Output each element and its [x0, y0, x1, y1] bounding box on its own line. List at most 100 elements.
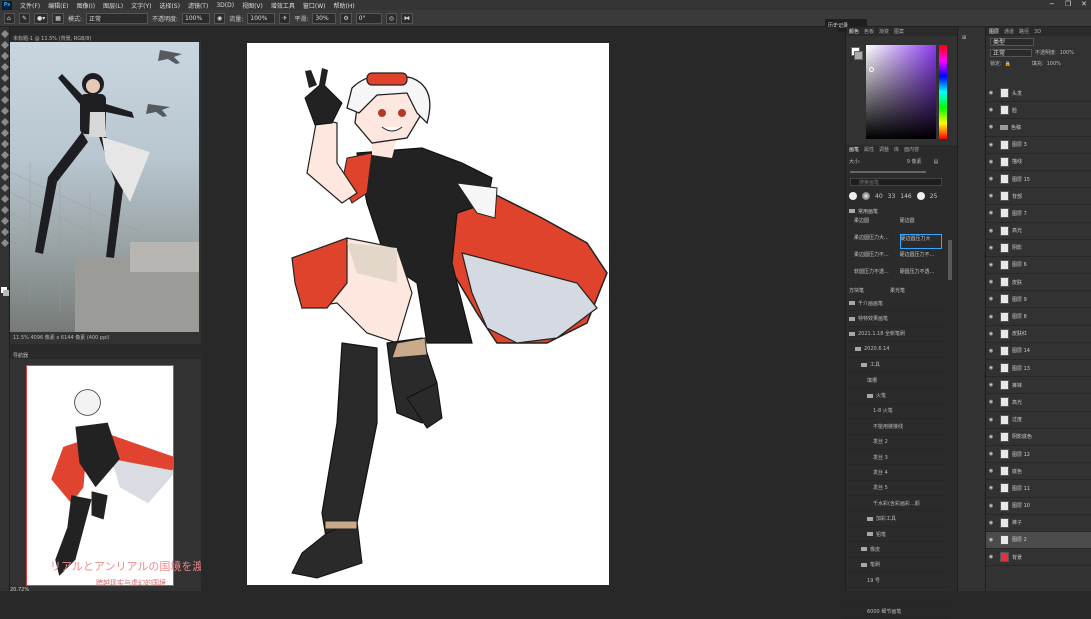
- brush-item[interactable]: 发丝 5: [846, 481, 946, 497]
- eraser-tool-icon[interactable]: [1, 140, 9, 148]
- visibility-eye-icon[interactable]: ◉: [986, 245, 996, 251]
- eyedropper-tool-icon[interactable]: [1, 85, 9, 93]
- background-swatch[interactable]: [854, 51, 863, 60]
- blend-mode-select[interactable]: 正常: [990, 48, 1032, 57]
- symmetry-icon[interactable]: ⧓: [401, 12, 413, 24]
- layer-row[interactable]: ◉ 图层 9: [986, 291, 1091, 309]
- preset-round-icon[interactable]: [916, 192, 925, 200]
- brush-item[interactable]: 发丝 3: [846, 450, 946, 466]
- tab-paths[interactable]: 路径: [1019, 28, 1029, 35]
- navigator-thumbnail[interactable]: [26, 365, 181, 586]
- brush-folder[interactable]: 千介画画笔: [846, 296, 946, 312]
- brush-folder[interactable]: 工具: [846, 358, 946, 373]
- menu-filter[interactable]: 滤镜(T): [184, 1, 212, 10]
- brush-item[interactable]: 发丝 4: [846, 465, 946, 481]
- visibility-eye-icon[interactable]: ◉: [986, 537, 996, 543]
- visibility-eye-icon[interactable]: ◉: [986, 382, 996, 388]
- visibility-eye-icon[interactable]: ◉: [986, 331, 996, 337]
- color-picker-cursor[interactable]: [869, 67, 874, 72]
- preset-size-146[interactable]: 146: [900, 193, 911, 200]
- visibility-eye-icon[interactable]: ◉: [986, 176, 996, 182]
- menu-3d[interactable]: 3D(D): [212, 2, 238, 9]
- smoothing-input[interactable]: 30%: [312, 12, 337, 24]
- brush-item[interactable]: 19 号: [846, 573, 946, 589]
- airbrush-icon[interactable]: ✈: [279, 12, 291, 24]
- layer-row[interactable]: ◉ 图层 13: [986, 360, 1091, 378]
- layer-row[interactable]: ◉ 阴影底色: [986, 429, 1091, 446]
- stamp-tool-icon[interactable]: [1, 118, 9, 126]
- brush-hard-opacity[interactable]: 硬圆压力不透...: [900, 268, 943, 283]
- brush-hard-pressure-opacity[interactable]: 硬边圆压力不...: [900, 251, 943, 266]
- brush-folder[interactable]: 铅笔: [846, 527, 946, 543]
- size-value[interactable]: 9 像素: [907, 158, 922, 165]
- brush-item[interactable]: 发丝 2: [846, 435, 946, 450]
- layer-row[interactable]: ◉ 裤子: [986, 515, 1091, 532]
- layer-row[interactable]: ◉ 高光: [986, 223, 1091, 240]
- menu-select[interactable]: 选择(S): [155, 1, 184, 10]
- brush-item[interactable]: 1-8 火笔: [846, 404, 946, 420]
- layer-row[interactable]: ◉ 图层 3: [986, 137, 1091, 154]
- lock-icon[interactable]: 🔒: [1005, 61, 1011, 67]
- menu-view[interactable]: 视图(V): [238, 1, 267, 10]
- visibility-eye-icon[interactable]: ◉: [986, 210, 996, 216]
- brush-soft-opacity[interactable]: 软圆压力不透...: [854, 268, 897, 283]
- color-picker-field[interactable]: [866, 45, 936, 139]
- visibility-eye-icon[interactable]: ◉: [986, 314, 996, 320]
- visibility-eye-icon[interactable]: ◉: [986, 434, 996, 440]
- layer-row[interactable]: ◉ 皮肤红: [986, 326, 1091, 343]
- layer-row[interactable]: ◉ 背部: [986, 188, 1091, 206]
- brush-settings-icon[interactable]: ▤: [933, 159, 938, 165]
- path-select-icon[interactable]: [1, 206, 9, 214]
- brush-item[interactable]: 不能用链接线: [846, 419, 946, 435]
- brush-soft-light[interactable]: 柔光笔: [890, 287, 905, 294]
- layer-row[interactable]: ◉ 描线: [986, 154, 1091, 171]
- layer-row[interactable]: ◉ 图层 15: [986, 171, 1091, 189]
- visibility-eye-icon[interactable]: ◉: [986, 399, 996, 405]
- pressure-opacity-icon[interactable]: ◉: [214, 12, 226, 24]
- gear-icon[interactable]: ⚙: [340, 12, 352, 24]
- layer-row[interactable]: ◉ 头发: [986, 85, 1091, 103]
- history-brush-icon[interactable]: [1, 129, 9, 137]
- visibility-eye-icon[interactable]: ◉: [986, 90, 996, 96]
- brush-item[interactable]: 6000 细节画笔: [846, 604, 946, 619]
- layer-row[interactable]: ◉ 图层 7: [986, 205, 1091, 223]
- layer-row[interactable]: ◉ 背景: [986, 549, 1091, 567]
- visibility-eye-icon[interactable]: ◉: [986, 417, 996, 423]
- brush-hard-pressure-size[interactable]: 硬边圆压力大: [899, 234, 942, 249]
- crop-tool-icon[interactable]: [1, 74, 9, 82]
- layer-kind-filter[interactable]: 类型: [990, 37, 1034, 46]
- preset-size-40[interactable]: 40: [875, 193, 883, 200]
- menu-help[interactable]: 帮助(H): [330, 1, 359, 10]
- tab-color[interactable]: 颜色: [849, 28, 859, 35]
- brush-item[interactable]: 填槽: [846, 373, 946, 389]
- tab-layers[interactable]: 图层: [989, 28, 999, 35]
- layer-row[interactable]: ◉ 图层 6: [986, 257, 1091, 275]
- tab-brushes[interactable]: 画笔: [849, 146, 859, 153]
- brush-tool-icon[interactable]: [1, 107, 9, 115]
- brush-item[interactable]: 千水彩(含彩画彩...颜: [846, 496, 946, 512]
- opacity-input[interactable]: 100%: [182, 12, 211, 24]
- brush-settings-icon[interactable]: ▦: [52, 12, 64, 24]
- brush-folder[interactable]: 2020.6.14: [846, 342, 946, 358]
- visibility-eye-icon[interactable]: ◉: [986, 468, 996, 474]
- visibility-eye-icon[interactable]: ◉: [986, 107, 996, 113]
- brush-folder[interactable]: 加彩工具: [846, 511, 946, 527]
- brush-folder-common[interactable]: 常用画笔: [849, 208, 878, 215]
- layer-fill-value[interactable]: 100%: [1047, 61, 1061, 67]
- tab-properties[interactable]: 属性: [864, 146, 874, 153]
- layer-row[interactable]: ◉ 图层 8: [986, 308, 1091, 326]
- home-icon[interactable]: ⌂: [4, 12, 15, 24]
- brush-folder[interactable]: 火笔: [846, 388, 946, 404]
- flow-input[interactable]: 100%: [247, 12, 276, 24]
- brush-hard-round[interactable]: 硬边圆: [900, 217, 943, 232]
- maximize-icon[interactable]: ❐: [1065, 0, 1071, 8]
- layer-row[interactable]: ◉ 色稿: [986, 119, 1091, 137]
- layer-row[interactable]: ◉ 脸: [986, 102, 1091, 120]
- mode-select[interactable]: 正常: [85, 12, 148, 24]
- hand-tool-icon[interactable]: [1, 228, 9, 236]
- reference-tab[interactable]: 未标题-1 @ 11.5% (背景, RGB/8): [10, 34, 201, 42]
- background-color-swatch[interactable]: [3, 290, 9, 296]
- tab-adjustments[interactable]: 调整: [879, 146, 889, 153]
- visibility-eye-icon[interactable]: ◉: [986, 365, 996, 371]
- preset-size-25[interactable]: 25: [930, 193, 938, 200]
